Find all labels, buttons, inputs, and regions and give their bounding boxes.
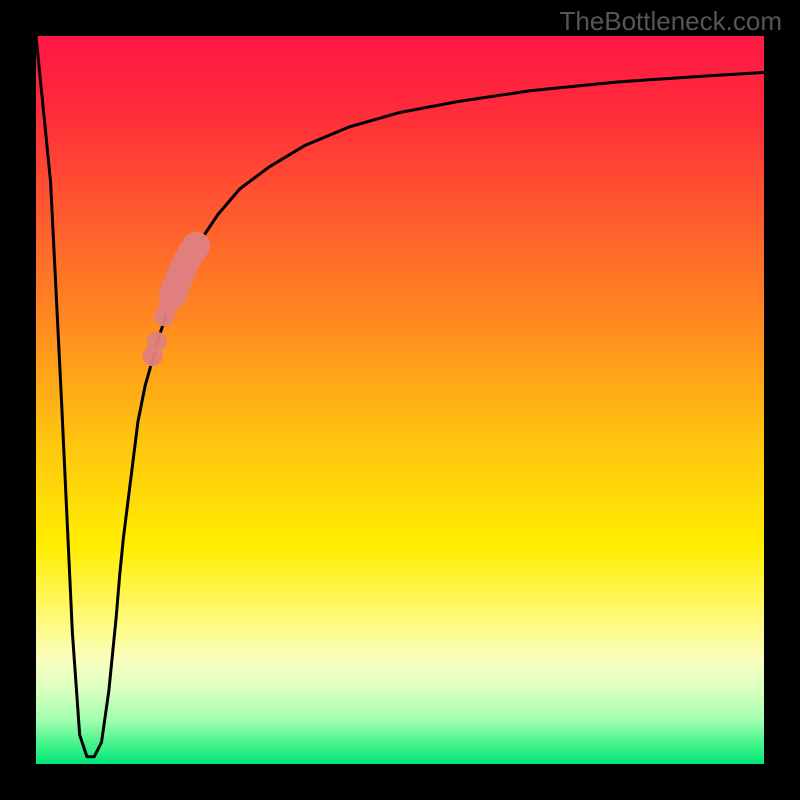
watermark-text: TheBottleneck.com: [559, 6, 782, 37]
highlighted-point: [182, 232, 210, 260]
bottleneck-chart: [0, 0, 800, 800]
highlighted-point: [142, 346, 162, 366]
chart-container: TheBottleneck.com: [0, 0, 800, 800]
highlighted-point: [154, 306, 174, 326]
plot-area: [36, 36, 764, 764]
